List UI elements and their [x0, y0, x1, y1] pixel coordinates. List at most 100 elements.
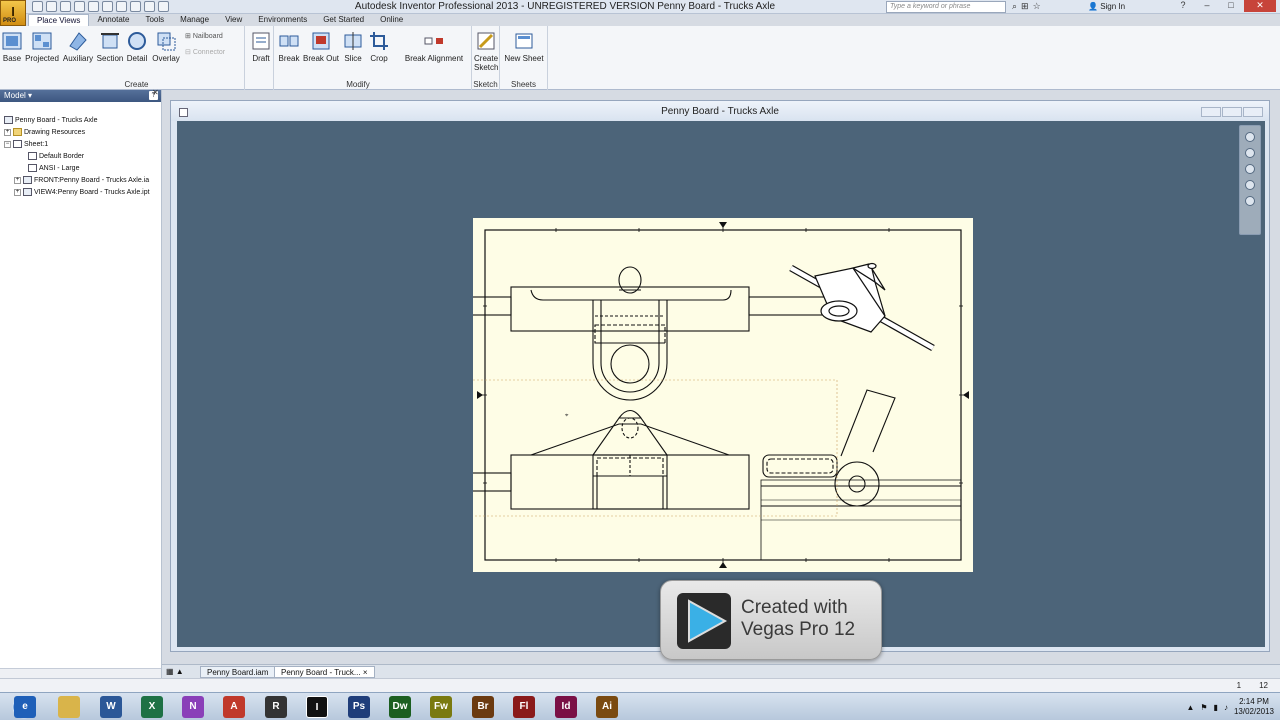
section-view-button[interactable]: Section [96, 30, 124, 63]
auxiliary-view-button[interactable]: Auxiliary [62, 30, 94, 63]
browser-close-icon[interactable]: ✕ [152, 88, 159, 97]
draft-view-button[interactable]: Draft [249, 30, 273, 63]
ie-icon[interactable]: e [14, 696, 36, 718]
clock-time: 2:14 PM [1239, 697, 1269, 706]
tab-online[interactable]: Online [372, 14, 411, 26]
subscription-icon[interactable]: ⊞ [1021, 1, 1029, 12]
base-view-icon [2, 32, 22, 50]
tree-item-default-border[interactable]: Default Border [28, 152, 84, 162]
doc-restore-button[interactable] [1222, 107, 1242, 117]
nailboard-button[interactable]: ⊞ Nailboard [185, 32, 223, 40]
excel-icon[interactable]: X [141, 696, 163, 718]
tab-manage[interactable]: Manage [172, 14, 217, 26]
access-icon[interactable]: A [223, 696, 245, 718]
ribbon-group-sketch: Create Sketch Sketch [472, 26, 500, 90]
collapse-icon[interactable]: − [4, 140, 11, 148]
watermark-line-1: Created with [741, 597, 848, 618]
zoom-icon[interactable] [1245, 164, 1255, 174]
browser-header[interactable]: Model ▾ ? [0, 90, 161, 102]
tab-list-icons[interactable]: ▦ ▲ [166, 667, 184, 676]
view-icon [23, 188, 32, 197]
fireworks-icon[interactable]: Fw [430, 696, 452, 718]
crop-button[interactable]: Crop [367, 30, 391, 63]
tree-item-label: Penny Board - Trucks Axle [15, 117, 98, 124]
doc-tab-drawing-label: Penny Board - Truck... [281, 668, 361, 677]
drawing-sheet[interactable]: ⌖ [424, 218, 973, 572]
steering-wheel-icon[interactable] [1245, 132, 1255, 142]
tab-annotate[interactable]: Annotate [89, 14, 137, 26]
help-search-input[interactable]: Type a keyword or phrase [886, 1, 1006, 13]
explorer-icon[interactable] [58, 696, 80, 718]
connector-button[interactable]: ⊟ Connector [185, 48, 225, 56]
network-icon[interactable]: ▮ [1214, 703, 1218, 712]
browser-horizontal-scrollbar[interactable] [0, 668, 161, 678]
create-sketch-button[interactable]: Create Sketch [474, 30, 498, 72]
doc-close-button[interactable] [1243, 107, 1263, 117]
base-view-button[interactable]: Base [1, 30, 23, 63]
zoom-window-icon[interactable] [1245, 180, 1255, 190]
break-alignment-button[interactable]: Break Alignment [403, 30, 465, 63]
close-icon[interactable]: × [363, 668, 368, 677]
clock[interactable]: 2:14 PM 13/02/2013 [1234, 697, 1274, 717]
tab-environments[interactable]: Environments [250, 14, 315, 26]
tree-item-view4[interactable]: + VIEW4:Penny Board - Trucks Axle.ipt [14, 188, 150, 198]
doc-tab-assembly[interactable]: Penny Board.iam [200, 666, 276, 678]
flash-icon[interactable]: Fl [513, 696, 535, 718]
tree-item-sheet[interactable]: − Sheet:1 [4, 140, 48, 150]
tab-place-views[interactable]: Place Views [28, 14, 90, 26]
dreamweaver-icon[interactable]: Dw [389, 696, 411, 718]
system-tray: ▲ ⚑ ▮ ♪ 2:14 PM 13/02/2013 [1186, 695, 1274, 719]
zoom-selected-icon[interactable] [1245, 196, 1255, 206]
status-values: 1 12 [1237, 681, 1268, 690]
document-icon[interactable] [179, 108, 188, 117]
tree-item-title-block[interactable]: ANSI - Large [28, 164, 79, 174]
expand-icon[interactable]: + [4, 128, 11, 136]
projected-view-button[interactable]: Projected [24, 30, 60, 63]
onenote-icon[interactable]: N [182, 696, 204, 718]
vegas-watermark: Created with Vegas Pro 12 [660, 580, 882, 660]
doc-tab-drawing[interactable]: Penny Board - Truck... × [274, 666, 375, 678]
tab-view[interactable]: View [217, 14, 250, 26]
break-out-button[interactable]: Break Out [303, 30, 339, 63]
tray-expand-icon[interactable]: ▲ [1186, 703, 1194, 712]
binoculars-icon[interactable]: ⌕ [1012, 1, 1017, 12]
tree-item-drawing-resources[interactable]: + Drawing Resources [4, 128, 85, 138]
tree-item-front-view[interactable]: + FRONT:Penny Board - Trucks Axle.ia [14, 176, 149, 186]
application-menu-button[interactable]: I PRO [0, 0, 26, 26]
minimize-button[interactable]: – [1196, 0, 1218, 12]
word-icon[interactable]: W [100, 696, 122, 718]
flag-icon[interactable]: ⚑ [1200, 703, 1207, 712]
expand-icon[interactable]: + [14, 188, 21, 196]
help-button[interactable]: ? [1172, 0, 1194, 12]
tree-item-label: Default Border [39, 153, 85, 160]
break-button[interactable]: Break [277, 30, 301, 63]
photoshop-icon[interactable]: Ps [348, 696, 370, 718]
revit-icon[interactable]: R [265, 696, 287, 718]
inventor-icon[interactable]: I [306, 696, 328, 718]
slice-button[interactable]: Slice [341, 30, 365, 63]
expand-icon[interactable]: + [14, 176, 21, 184]
illustrator-icon[interactable]: Ai [596, 696, 618, 718]
sketch-group-label: Sketch [473, 80, 498, 89]
bridge-icon[interactable]: Br [472, 696, 494, 718]
maximize-button[interactable]: □ [1220, 0, 1242, 12]
projected-view-label: Projected [25, 54, 59, 63]
doc-minimize-button[interactable] [1201, 107, 1221, 117]
taskbar: e W X N A R I Ps Dw Fw Br Fl Id Ai ▲ ⚑ ▮… [0, 692, 1280, 720]
create-group-label: Create [124, 80, 149, 89]
watermark-line-2: Vegas Pro 12 [741, 619, 856, 640]
volume-icon[interactable]: ♪ [1224, 703, 1228, 712]
detail-view-button[interactable]: Detail [125, 30, 149, 63]
signin-link[interactable]: 👤 Sign In [1088, 2, 1125, 11]
favorites-icon[interactable]: ☆ [1033, 1, 1041, 12]
overlay-view-button[interactable]: Overlay [151, 30, 181, 63]
pan-icon[interactable] [1245, 148, 1255, 158]
indesign-icon[interactable]: Id [555, 696, 577, 718]
new-sheet-button[interactable]: New Sheet [504, 30, 544, 63]
graphics-canvas[interactable]: ⌖ [177, 121, 1265, 647]
tree-item-root[interactable]: Penny Board - Trucks Axle [4, 116, 97, 126]
tab-get-started[interactable]: Get Started [315, 14, 372, 26]
tab-tools[interactable]: Tools [137, 14, 172, 26]
section-view-icon [101, 33, 119, 49]
close-button[interactable]: ✕ [1244, 0, 1276, 12]
